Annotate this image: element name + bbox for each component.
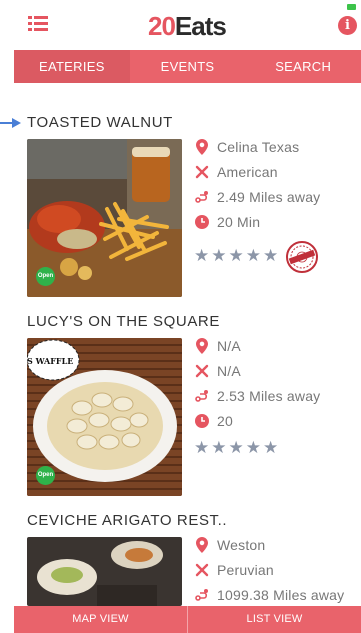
- map-pin-icon: [195, 537, 209, 553]
- distance-text: 1099.38 Miles away: [217, 587, 345, 603]
- location-row: N/A: [195, 336, 241, 356]
- special-offer-stamp-icon[interactable]: [286, 241, 318, 273]
- info-icon[interactable]: i: [338, 16, 357, 35]
- distance-text: 2.49 Miles away: [217, 189, 321, 205]
- star-icon: ★: [245, 438, 261, 458]
- crossed-utensils-icon: [195, 562, 209, 578]
- location-text: Celina Texas: [217, 139, 300, 155]
- bottom-view-toggle: MAP VIEW LIST VIEW: [14, 606, 361, 633]
- star-icon: ★: [263, 246, 279, 266]
- cuisine-row: American: [195, 162, 278, 182]
- tab-bar: EATERIES EVENTS SEARCH: [14, 50, 361, 83]
- star-icon: ★: [228, 438, 244, 458]
- tab-eateries[interactable]: EATERIES: [14, 50, 130, 83]
- cuisine-text: Peruvian: [217, 562, 274, 578]
- star-icon: ★: [211, 246, 227, 266]
- logo-number: 20: [148, 10, 176, 41]
- distance-row: 1099.38 Miles away: [195, 585, 344, 605]
- restaurant-title[interactable]: TOASTED WALNUT: [27, 114, 173, 131]
- route-icon: [195, 388, 209, 404]
- restaurant-photo[interactable]: Open: [27, 139, 182, 297]
- restaurant-title[interactable]: LUCY'S ON THE SQUARE: [27, 313, 220, 330]
- map-pin-icon: [195, 139, 209, 155]
- location-text: Weston: [217, 537, 266, 553]
- star-rating[interactable]: ★ ★ ★ ★ ★: [194, 246, 280, 266]
- clock-icon: [195, 413, 209, 429]
- star-icon: ★: [245, 246, 261, 266]
- app-logo: 20 Eats: [148, 10, 227, 42]
- crossed-utensils-icon: [195, 363, 209, 379]
- tab-events[interactable]: EVENTS: [130, 50, 246, 83]
- open-badge: Open: [36, 466, 55, 485]
- cuisine-row: Peruvian: [195, 560, 274, 580]
- restaurant-photo[interactable]: [27, 537, 182, 606]
- location-text: N/A: [217, 338, 241, 354]
- food-photo-ceviche: [27, 537, 182, 606]
- star-icon: ★: [194, 438, 210, 458]
- location-row: Weston: [195, 535, 265, 555]
- battery-icon: [347, 4, 356, 10]
- cuisine-text: American: [217, 164, 278, 180]
- time-text: 20 Min: [217, 214, 261, 230]
- restaurant-title[interactable]: CEVICHE ARIGATO REST..: [27, 512, 227, 529]
- crossed-utensils-icon: [195, 164, 209, 180]
- location-row: Celina Texas: [195, 137, 299, 157]
- map-pin-icon: [195, 338, 209, 354]
- clock-icon: [195, 214, 209, 230]
- time-row: 20 Min: [195, 212, 260, 232]
- star-rating[interactable]: ★ ★ ★ ★ ★: [194, 438, 280, 458]
- menu-icon[interactable]: [28, 16, 48, 32]
- distance-text: 2.53 Miles away: [217, 388, 321, 404]
- map-view-button[interactable]: MAP VIEW: [14, 606, 187, 633]
- pointer-arrow-icon: [0, 118, 22, 128]
- star-icon: ★: [194, 246, 210, 266]
- distance-row: 2.53 Miles away: [195, 386, 320, 406]
- cuisine-row: N/A: [195, 361, 241, 381]
- logo-text: Eats: [174, 10, 227, 41]
- star-icon: ★: [228, 246, 244, 266]
- distance-row: 2.49 Miles away: [195, 187, 320, 207]
- list-view-button[interactable]: LIST VIEW: [187, 606, 361, 633]
- cuisine-text: N/A: [217, 363, 241, 379]
- tab-search[interactable]: SEARCH: [245, 50, 361, 83]
- route-icon: [195, 189, 209, 205]
- time-row: 20: [195, 411, 233, 431]
- restaurant-photo[interactable]: S WAFFLE Open: [27, 338, 182, 496]
- star-icon: ★: [263, 438, 279, 458]
- app-header: 20 Eats i: [0, 0, 361, 50]
- route-icon: [195, 587, 209, 603]
- photo-sign-text: S WAFFLE: [27, 356, 74, 366]
- star-icon: ★: [211, 438, 227, 458]
- open-badge: Open: [36, 267, 55, 286]
- time-text: 20: [217, 413, 233, 429]
